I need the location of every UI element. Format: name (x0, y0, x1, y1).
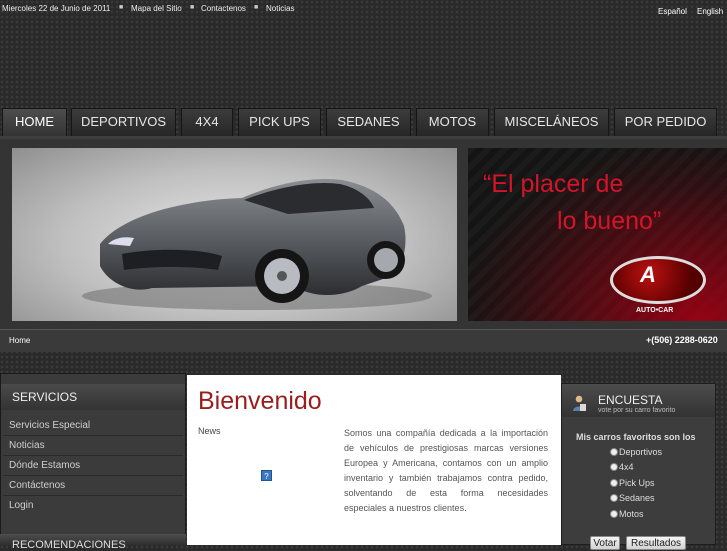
autocar-logo (610, 256, 706, 304)
tab-por-pedido[interactable]: POR PEDIDO (614, 108, 717, 136)
language-english[interactable]: English (697, 7, 723, 16)
sidebar-item-donde-estamos[interactable]: Dónde Estamos (9, 460, 80, 471)
slogan-line-2: lo bueno” (557, 207, 662, 235)
sidebar-item-login[interactable]: Login (9, 500, 33, 511)
user-icon (573, 395, 586, 411)
radio-button[interactable] (610, 479, 618, 487)
results-button[interactable]: Resultados (626, 536, 686, 550)
radio-button[interactable] (610, 448, 618, 456)
tab-home[interactable]: HOME (2, 108, 67, 136)
contact-link[interactable]: Contactenos (201, 4, 246, 13)
tab-sedanes[interactable]: SEDANES (326, 108, 411, 136)
radio-button[interactable] (610, 510, 618, 518)
car-image (12, 148, 457, 321)
page-title: Bienvenido (198, 387, 322, 415)
poll-option-4x4[interactable]: 4x4 (610, 462, 634, 472)
car-illustration (82, 178, 432, 310)
tab-deportivos[interactable]: DEPORTIVOS (71, 108, 176, 136)
help-icon[interactable]: ? (261, 470, 272, 481)
language-spanish[interactable]: Español (658, 7, 687, 16)
divider (3, 435, 183, 436)
top-bar: Miercoles 22 de Junio de 2011 ■ Mapa del… (0, 0, 727, 18)
sidebar-title: SERVICIOS (12, 390, 78, 404)
divider (3, 495, 183, 496)
breadcrumb[interactable]: Home (9, 336, 30, 345)
bullet-icon: ■ (254, 4, 259, 11)
tab-miscelaneos[interactable]: MISCELÁNEOS (494, 108, 609, 136)
phone-number: +(506) 2288-0620 (646, 335, 718, 345)
slogan-line-1: “El placer de (483, 170, 624, 198)
poll-option-motos[interactable]: Motos (610, 509, 644, 519)
vote-button[interactable]: Votar (590, 536, 620, 550)
breadcrumb-bar (0, 329, 727, 352)
tab-4x4[interactable]: 4X4 (181, 108, 233, 136)
current-date: Miercoles 22 de Junio de 2011 (2, 4, 111, 13)
bullet-icon: ■ (190, 4, 195, 11)
logo-mark-icon: A (640, 262, 656, 287)
poll-option-pick-ups[interactable]: Pick Ups (610, 478, 655, 488)
divider (3, 455, 183, 456)
tab-pick-ups[interactable]: PICK UPS (238, 108, 321, 136)
divider (3, 475, 183, 476)
tab-motos[interactable]: MOTOS (416, 108, 489, 136)
sidebar-item-contactenos[interactable]: Contáctenos (9, 480, 65, 491)
radio-button[interactable] (610, 494, 618, 502)
sidebar-item-servicios-especial[interactable]: Servicios Especial (9, 420, 90, 431)
news-link[interactable]: Noticias (266, 4, 294, 13)
poll-question: Mis carros favoritos son los (576, 432, 696, 442)
recommendations-title: RECOMENDACIONES (12, 539, 126, 551)
poll-option-deportivos[interactable]: Deportivos (610, 447, 662, 457)
news-label: News (198, 426, 221, 436)
poll-title: ENCUESTA (598, 393, 663, 407)
about-text: Somos una compañía dedicada a la importa… (344, 428, 548, 513)
bullet-icon: ■ (119, 4, 124, 11)
radio-button[interactable] (610, 463, 618, 471)
sidebar-item-noticias[interactable]: Noticias (9, 440, 45, 451)
main-nav: HOME DEPORTIVOS 4X4 PICK UPS SEDANES MOT… (0, 108, 727, 136)
poll-option-sedanes[interactable]: Sedanes (610, 493, 655, 503)
logo-text: AUTO•CAR (636, 307, 674, 314)
poll-subtitle: vote por su carro favorito (598, 407, 676, 414)
sitemap-link[interactable]: Mapa del Sitio (131, 4, 182, 13)
